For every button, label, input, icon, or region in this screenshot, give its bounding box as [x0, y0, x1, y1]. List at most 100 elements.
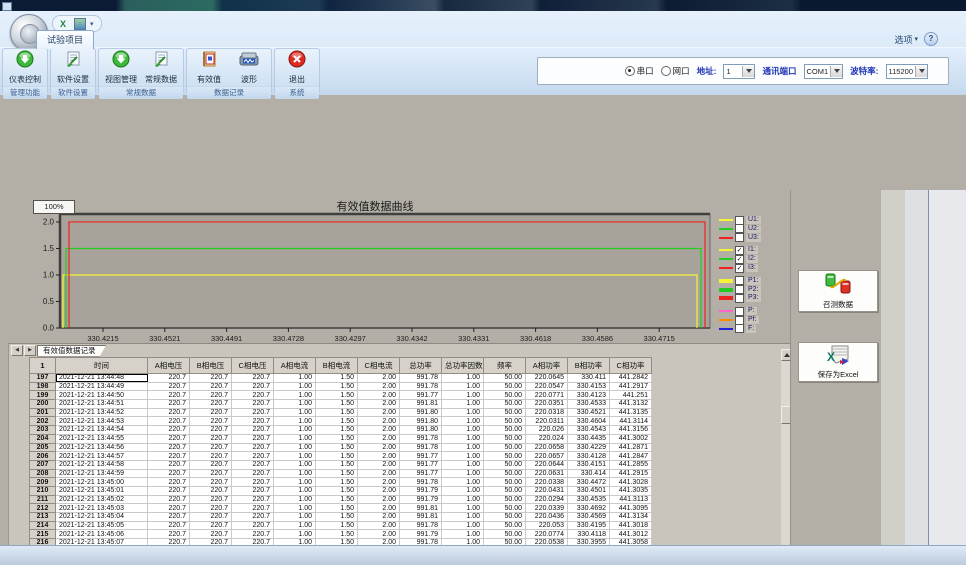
- cell-value[interactable]: 1.00: [442, 521, 484, 530]
- legend-checkbox-U2[interactable]: [735, 224, 744, 233]
- cell-value[interactable]: 1.50: [316, 452, 358, 461]
- table-row[interactable]: 2082021-12-21 13:44:59220.7220.7220.71.0…: [30, 469, 652, 478]
- cell-time[interactable]: 2021-12-21 13:44:55: [56, 434, 148, 443]
- cell-value[interactable]: 220.7: [148, 513, 190, 522]
- table-row[interactable]: 2152021-12-21 13:45:06220.7220.7220.71.0…: [30, 530, 652, 539]
- cell-value[interactable]: 441.3095: [610, 504, 652, 513]
- cell-value[interactable]: 1.00: [274, 443, 316, 452]
- cell-value[interactable]: 330.4435: [568, 434, 610, 443]
- cell-value[interactable]: 330.411: [568, 374, 610, 383]
- column-header-C相电流[interactable]: C相电流: [358, 358, 400, 374]
- row-number[interactable]: 200: [30, 400, 56, 409]
- table-row[interactable]: 2032021-12-21 13:44:54220.7220.7220.71.0…: [30, 426, 652, 435]
- table-row[interactable]: 2142021-12-21 13:45:05220.7220.7220.71.0…: [30, 521, 652, 530]
- cell-value[interactable]: 50.00: [484, 374, 526, 383]
- cell-value[interactable]: 50.00: [484, 452, 526, 461]
- cell-value[interactable]: 2.00: [358, 434, 400, 443]
- cell-value[interactable]: 441.2847: [610, 452, 652, 461]
- cell-value[interactable]: 220.7: [232, 391, 274, 400]
- cell-value[interactable]: 220.7: [148, 443, 190, 452]
- cell-value[interactable]: 1.50: [316, 374, 358, 383]
- row-number[interactable]: 213: [30, 513, 56, 522]
- cell-value[interactable]: 991.81: [400, 400, 442, 409]
- cell-value[interactable]: 991.81: [400, 513, 442, 522]
- legend-checkbox-Pf[interactable]: [735, 316, 744, 325]
- options-button[interactable]: 选项 ▾: [894, 33, 918, 46]
- cell-value[interactable]: 1.00: [274, 408, 316, 417]
- port-select[interactable]: COM1: [804, 64, 844, 79]
- cell-value[interactable]: 220.0339: [526, 504, 568, 513]
- legend-checkbox-P[interactable]: [735, 307, 744, 316]
- cell-value[interactable]: 991.80: [400, 408, 442, 417]
- legend-checkbox-P1[interactable]: [735, 276, 744, 285]
- cell-value[interactable]: 220.7: [148, 391, 190, 400]
- serial-radio[interactable]: 串口: [625, 65, 654, 77]
- cell-value[interactable]: 1.00: [274, 391, 316, 400]
- column-header-B相电流[interactable]: B相电流: [316, 358, 358, 374]
- cell-value[interactable]: 220.7: [190, 417, 232, 426]
- cell-value[interactable]: 220.7: [148, 417, 190, 426]
- cell-value[interactable]: 220.0338: [526, 478, 568, 487]
- table-row[interactable]: 2062021-12-21 13:44:57220.7220.7220.71.0…: [30, 452, 652, 461]
- table-row[interactable]: 2112021-12-21 13:45:02220.7220.7220.71.0…: [30, 495, 652, 504]
- column-header-B相电压[interactable]: B相电压: [190, 358, 232, 374]
- cell-value[interactable]: 991.80: [400, 426, 442, 435]
- cell-value[interactable]: 991.77: [400, 452, 442, 461]
- cell-value[interactable]: 220.7: [148, 504, 190, 513]
- cell-value[interactable]: 1.00: [274, 452, 316, 461]
- table-row[interactable]: 1972021-12-21 13:44:48220.7220.7220.71.0…: [30, 374, 652, 383]
- table-row[interactable]: 2042021-12-21 13:44:55220.7220.7220.71.0…: [30, 434, 652, 443]
- cell-value[interactable]: 1.50: [316, 513, 358, 522]
- row-number[interactable]: 207: [30, 460, 56, 469]
- cell-value[interactable]: 220.7: [232, 486, 274, 495]
- cell-value[interactable]: 991.79: [400, 486, 442, 495]
- dropdown-arrow-icon[interactable]: [830, 66, 842, 77]
- address-select[interactable]: 1: [723, 64, 755, 79]
- cell-value[interactable]: 220.7: [190, 469, 232, 478]
- cell-value[interactable]: 1.00: [274, 382, 316, 391]
- cell-value[interactable]: 220.0431: [526, 486, 568, 495]
- row-number[interactable]: 199: [30, 391, 56, 400]
- cell-value[interactable]: 50.00: [484, 426, 526, 435]
- cell-time[interactable]: 2021-12-21 13:44:54: [56, 426, 148, 435]
- cell-value[interactable]: 991.77: [400, 460, 442, 469]
- cell-value[interactable]: 50.00: [484, 408, 526, 417]
- cell-value[interactable]: 220.7: [232, 374, 274, 383]
- cell-value[interactable]: 991.79: [400, 530, 442, 539]
- cell-value[interactable]: 220.7: [190, 504, 232, 513]
- row-number[interactable]: 203: [30, 426, 56, 435]
- cell-value[interactable]: 1.00: [274, 521, 316, 530]
- table-row[interactable]: 2022021-12-21 13:44:53220.7220.7220.71.0…: [30, 417, 652, 426]
- cell-value[interactable]: 220.0645: [526, 374, 568, 383]
- excel-quick-icon[interactable]: X: [60, 19, 70, 29]
- cell-value[interactable]: 330.4569: [568, 513, 610, 522]
- cell-value[interactable]: 50.00: [484, 434, 526, 443]
- row-number[interactable]: 215: [30, 530, 56, 539]
- cell-value[interactable]: 441.3134: [610, 513, 652, 522]
- cell-value[interactable]: 1.00: [274, 460, 316, 469]
- ribbon-button-有效值[interactable]: 有效值: [190, 50, 228, 85]
- cell-value[interactable]: 50.00: [484, 443, 526, 452]
- cell-value[interactable]: 50.00: [484, 478, 526, 487]
- cell-value[interactable]: 50.00: [484, 400, 526, 409]
- cell-value[interactable]: 330.4604: [568, 417, 610, 426]
- cell-value[interactable]: 330.4195: [568, 521, 610, 530]
- cell-value[interactable]: 1.00: [274, 469, 316, 478]
- cell-value[interactable]: 1.00: [274, 426, 316, 435]
- cell-value[interactable]: 330.414: [568, 469, 610, 478]
- cell-value[interactable]: 220.7: [148, 374, 190, 383]
- row-number[interactable]: 205: [30, 443, 56, 452]
- cell-value[interactable]: 441.3132: [610, 400, 652, 409]
- cell-value[interactable]: 220.0351: [526, 400, 568, 409]
- cell-value[interactable]: 220.7: [148, 495, 190, 504]
- cell-value[interactable]: 50.00: [484, 486, 526, 495]
- cell-value[interactable]: 50.00: [484, 469, 526, 478]
- cell-value[interactable]: 330.4535: [568, 495, 610, 504]
- cell-value[interactable]: 50.00: [484, 530, 526, 539]
- ribbon-button-软件设置[interactable]: 软件设置: [54, 50, 92, 85]
- cell-time[interactable]: 2021-12-21 13:45:02: [56, 495, 148, 504]
- cell-time[interactable]: 2021-12-21 13:45:01: [56, 486, 148, 495]
- row-number[interactable]: 201: [30, 408, 56, 417]
- cell-value[interactable]: 2.00: [358, 382, 400, 391]
- cell-value[interactable]: 991.78: [400, 478, 442, 487]
